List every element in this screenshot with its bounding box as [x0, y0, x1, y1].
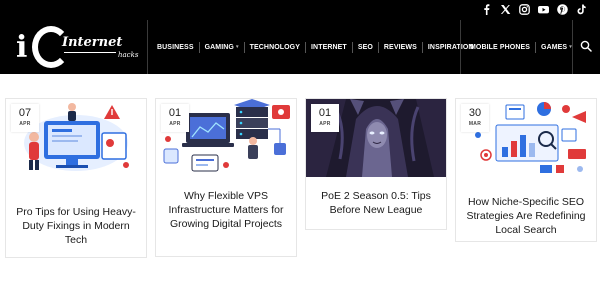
nav-games[interactable]: GAMES ▾ — [541, 44, 572, 51]
post-month: MAR — [468, 121, 482, 127]
nav-separator — [421, 41, 423, 53]
post-date-badge: 07 APR — [11, 104, 39, 132]
post-title[interactable]: How Niche-Specific SEO Strategies Are Re… — [456, 195, 596, 237]
nav-separator — [243, 41, 245, 53]
pinterest-icon[interactable] — [556, 3, 569, 16]
nav-separator — [351, 41, 353, 53]
logo-underline — [64, 52, 116, 53]
nav-technology[interactable]: TECHNOLOGY — [250, 44, 300, 51]
nav-mobile-phones[interactable]: MOBILE PHONES — [470, 44, 530, 51]
nav-divider — [572, 20, 573, 74]
post-title[interactable]: PoE 2 Season 0.5: Tips Before New League — [306, 189, 446, 217]
post-month: APR — [19, 121, 31, 127]
chevron-down-icon: ▾ — [235, 44, 239, 50]
post-thumbnail[interactable]: 07 APR — [6, 99, 146, 177]
x-twitter-icon[interactable] — [499, 3, 512, 16]
post-title[interactable]: Why Flexible VPS Infrastructure Matters … — [156, 189, 296, 231]
post-card[interactable]: 07 APR Pro Tips for Using Heavy-Duty Fix… — [5, 98, 147, 258]
post-date-badge: 30 MAR — [461, 104, 489, 132]
instagram-icon[interactable] — [518, 3, 531, 16]
logo-subtitle: hacks — [118, 51, 139, 59]
facebook-icon[interactable] — [480, 3, 493, 16]
logo-mark: i — [16, 30, 28, 65]
nav-separator — [535, 41, 537, 53]
nav-separator — [198, 41, 200, 53]
post-card[interactable]: 30 MAR How Niche-Specific SEO Strategies… — [455, 98, 597, 242]
site-logo[interactable]: i Internet hacks — [10, 26, 146, 70]
nav-business[interactable]: BUSINESS — [157, 44, 194, 51]
post-date-badge: 01 APR — [311, 104, 339, 132]
top-bar — [0, 0, 600, 20]
post-title[interactable]: Pro Tips for Using Heavy-Duty Fixings in… — [6, 205, 146, 247]
nav-separator — [305, 41, 306, 53]
post-thumbnail[interactable]: 30 MAR — [456, 99, 596, 177]
nav-gaming[interactable]: GAMING ▾ — [205, 44, 239, 51]
nav-inspiration[interactable]: INSPIRATION — [428, 44, 474, 51]
search-icon[interactable] — [580, 40, 592, 52]
post-thumbnail[interactable]: 01 APR — [306, 99, 446, 177]
post-day: 01 — [318, 107, 332, 119]
post-month: APR — [169, 121, 181, 127]
post-card[interactable]: 01 APR Why Flexible VPS Infrastructure M… — [155, 98, 297, 257]
nav-seo[interactable]: SEO — [358, 44, 373, 51]
nav-internet[interactable]: INTERNET — [311, 44, 347, 51]
post-date-badge: 01 APR — [161, 104, 189, 132]
primary-nav: BUSINESS GAMING ▾ TECHNOLOGY INTERNET SEO… — [157, 20, 474, 74]
logo-wordmark: Internet — [62, 35, 123, 50]
tiktok-icon[interactable] — [575, 3, 588, 16]
nav-reviews[interactable]: REVIEWS — [384, 44, 417, 51]
secondary-nav: MOBILE PHONES GAMES ▾ — [470, 20, 572, 74]
post-day: 01 — [168, 107, 182, 119]
social-links — [480, 3, 588, 16]
post-day: 07 — [18, 107, 32, 119]
nav-divider — [460, 20, 461, 74]
nav-separator — [377, 41, 379, 53]
nav-divider — [147, 20, 148, 74]
post-month: APR — [319, 121, 331, 127]
youtube-icon[interactable] — [537, 3, 550, 16]
post-card[interactable]: 01 APR PoE 2 Season 0.5: Tips Before New… — [305, 98, 447, 230]
post-thumbnail[interactable]: 01 APR — [156, 99, 296, 177]
post-day: 30 — [468, 107, 482, 119]
